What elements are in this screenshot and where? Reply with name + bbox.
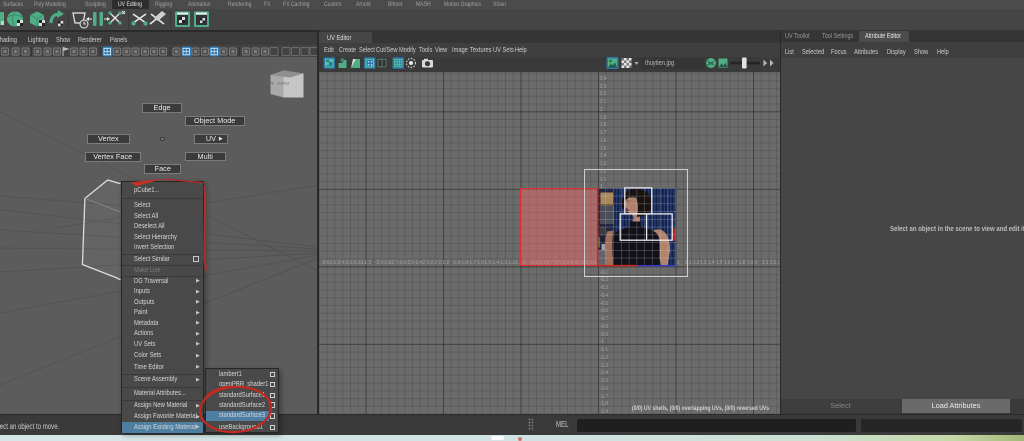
svg-text:BACK: BACK — [263, 81, 274, 86]
svg-text:RIGHT: RIGHT — [276, 81, 289, 86]
svg-text:36: 36 — [708, 61, 714, 66]
